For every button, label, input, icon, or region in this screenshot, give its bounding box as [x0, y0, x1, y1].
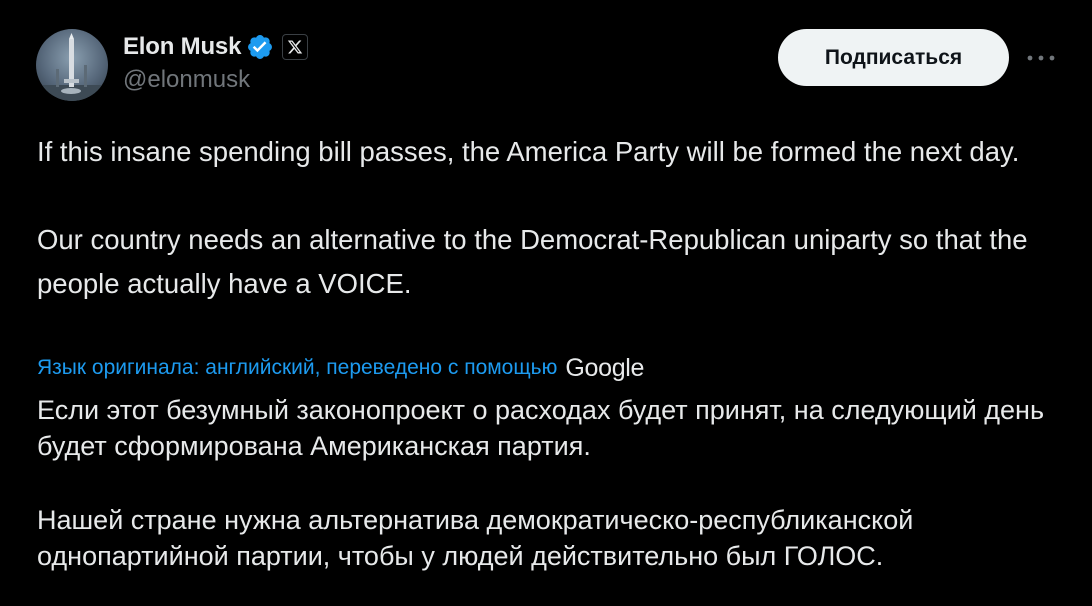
- more-horizontal-icon[interactable]: [1024, 43, 1058, 73]
- tweet-paragraph-2: Our country needs an alternative to the …: [37, 224, 1036, 299]
- rocket-launch-avatar: [36, 33, 108, 101]
- tweet-text-body: If this insane spending bill passes, the…: [37, 130, 1067, 306]
- google-logo: Google: [565, 353, 645, 382]
- author-display-name[interactable]: Elon Musk: [123, 33, 241, 61]
- author-handle[interactable]: @elonmusk: [123, 66, 308, 94]
- verified-badge-icon[interactable]: [246, 33, 274, 61]
- translated-paragraph-1: Если этот безумный законопроект о расход…: [37, 395, 1052, 461]
- author-info: Elon Musk @elonmusk: [123, 30, 309, 100]
- translation-note: Язык оригинала: английский, переведено с…: [37, 352, 644, 384]
- translation-source-link[interactable]: Язык оригинала: английский, переведено с…: [37, 356, 557, 380]
- x-logo-icon[interactable]: [282, 34, 309, 60]
- author-avatar[interactable]: [36, 29, 108, 101]
- tweet-card: Elon Musk @elonmusk Подписаться If this …: [0, 0, 1092, 606]
- translated-text-body: Если этот безумный законопроект о расход…: [37, 392, 1077, 574]
- tweet-paragraph-1: If this insane spending bill passes, the…: [37, 136, 1020, 167]
- author-name-row: Elon Musk: [123, 30, 309, 64]
- translated-paragraph-2: Нашей стране нужна альтернатива демократ…: [37, 505, 921, 571]
- subscribe-button[interactable]: Подписаться: [778, 29, 1009, 86]
